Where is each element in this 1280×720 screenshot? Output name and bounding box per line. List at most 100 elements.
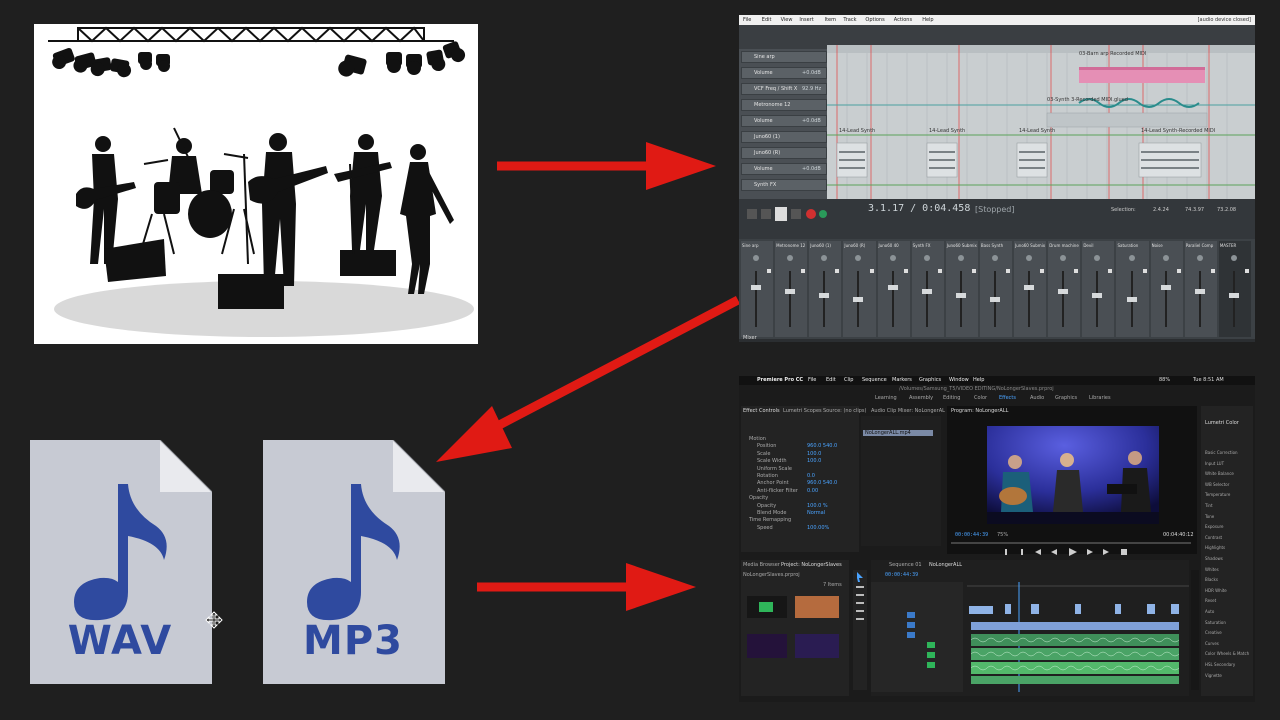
audio-clip-mixer-tab[interactable]: Audio Clip Mixer: NoLongerAL [871,408,945,414]
effect-value[interactable]: 100.0 [807,458,821,464]
lumetri-section[interactable]: WB Selector [1205,482,1229,487]
track-header[interactable]: Synth FX [741,179,827,191]
premiere-menu-item-3[interactable]: Clip [844,377,853,383]
mixer-strip[interactable]: MASTER [1218,241,1251,337]
pan-knob[interactable] [1094,255,1101,261]
lumetri-section[interactable]: Tone [1205,514,1214,519]
lumetri-section[interactable]: Creative [1205,630,1222,635]
effect-value[interactable]: 100.0 [807,451,821,457]
program-tab[interactable]: Program: NoLongerALL [951,408,1008,414]
workspace-tab-0[interactable]: Learning [875,395,897,401]
fader-cap[interactable] [955,293,966,298]
daw-menu-item-2[interactable]: View [781,17,793,23]
pan-knob[interactable] [991,255,998,261]
track-header[interactable]: Metronome 12 [741,99,827,111]
workspace-tab-4[interactable]: Effects [999,395,1016,401]
sequence-tab[interactable]: Sequence 01 [889,562,922,568]
lumetri-section[interactable]: HDR White [1205,588,1227,593]
mixer-strip[interactable]: Drum machine [1048,241,1081,337]
premiere-menu-item-8[interactable]: Help [973,377,984,383]
pan-knob[interactable] [1162,255,1169,261]
mute-button[interactable] [1108,269,1113,273]
daw-menu-item-4[interactable]: Item [825,17,836,23]
mixer-strip[interactable]: Devil [1082,241,1115,337]
pan-knob[interactable] [787,255,794,261]
program-scrubber[interactable] [951,542,1191,544]
mute-button[interactable] [767,269,772,273]
pan-knob[interactable] [1196,255,1203,261]
mute-button[interactable] [1176,269,1181,273]
mixer-strip[interactable]: Paraliel Comp [1184,241,1217,337]
track-header[interactable]: Volume +0.0dB [741,67,827,79]
lumetri-section[interactable]: Blacks [1205,577,1218,582]
project-tab[interactable]: Project: NoLongerSlaves [781,562,842,568]
pan-knob[interactable] [821,255,828,261]
mixer-strip[interactable]: Noise [1150,241,1183,337]
program-transport-controls[interactable] [1001,548,1141,556]
fader-cap[interactable] [1058,289,1069,294]
lumetri-section[interactable]: Whites [1205,567,1219,572]
mixer-tab[interactable]: Mixer [743,335,757,341]
lumetri-section[interactable]: HSL Secondary [1205,662,1235,667]
pan-knob[interactable] [1128,255,1135,261]
lumetri-section[interactable]: Input LUT [1205,461,1224,466]
transport-buttons[interactable] [747,207,827,221]
lumetri-section[interactable]: Curves [1205,641,1219,646]
fader-cap[interactable] [751,285,762,290]
mixer-strip[interactable]: Juno60 Submix [945,241,978,337]
nolonger-tab[interactable]: NoLongerALL [929,562,962,568]
mute-button[interactable] [937,269,942,273]
mute-button[interactable] [1142,269,1147,273]
lumetri-section[interactable]: Exposure [1205,524,1224,529]
daw-menu-item-1[interactable]: Edit [762,17,772,23]
pan-knob[interactable] [855,255,862,261]
source-tab[interactable]: Source: (no clips) [823,408,866,414]
fader-cap[interactable] [853,297,864,302]
premiere-menu-item-0[interactable]: Premiere Pro CC [757,377,803,383]
fit-dropdown[interactable]: 75% [997,532,1008,538]
mixer-strip[interactable]: Sine arp [741,241,774,337]
tool-icons[interactable] [853,570,867,630]
mixer-strip[interactable]: Bass Synth [979,241,1013,337]
fader-cap[interactable] [1092,293,1103,298]
fader-cap[interactable] [1194,289,1205,294]
project-thumb-2[interactable] [795,596,839,618]
daw-menu-item-8[interactable]: Help [922,17,933,23]
lumetri-section[interactable]: Reset [1205,598,1216,603]
mute-button[interactable] [801,269,806,273]
mixer-strip[interactable]: Saturation [1116,241,1149,337]
effect-value[interactable]: 0.0 [807,473,815,479]
track-header[interactable]: Juno60 (1) [741,131,827,143]
mute-button[interactable] [1006,269,1011,273]
premiere-menu-item-6[interactable]: Graphics [919,377,941,383]
fader-cap[interactable] [1024,285,1035,290]
workspace-tab-5[interactable]: Audio [1030,395,1044,401]
mixer-strip[interactable]: Metronome 12 [775,241,808,337]
workspace-tab-3[interactable]: Color [974,395,987,401]
daw-menu-item-5[interactable]: Track [843,17,856,23]
fader-cap[interactable] [785,289,796,294]
mute-button[interactable] [971,269,976,273]
lumetri-section[interactable]: Auto [1205,609,1214,614]
track-header[interactable]: Sine arp [741,51,827,63]
daw-menu-item-3[interactable]: Insert [799,17,813,23]
effect-value[interactable]: 0.00 [807,488,818,494]
lumetri-section[interactable]: Highlights [1205,545,1225,550]
media-browser-tab[interactable]: Media Browser [743,562,780,568]
pan-knob[interactable] [1026,255,1033,261]
workspace-tab-1[interactable]: Assembly [909,395,933,401]
project-thumb-4[interactable] [795,634,839,658]
workspace-tab-2[interactable]: Editing [943,395,960,401]
workspace-tab-6[interactable]: Graphics [1055,395,1077,401]
pan-knob[interactable] [753,255,760,261]
daw-menu-item-7[interactable]: Actions [894,17,912,23]
workspace-tab-7[interactable]: Libraries [1089,395,1111,401]
daw-menu-item-6[interactable]: Options [865,17,884,23]
fader-cap[interactable] [1228,293,1239,298]
mixer-strip[interactable]: Juno60 40 [877,241,910,337]
lumetri-section[interactable]: Temperature [1205,492,1230,497]
mute-button[interactable] [903,269,908,273]
mute-button[interactable] [1040,269,1045,273]
lumetri-section[interactable]: Contrast [1205,535,1222,540]
premiere-menu-item-2[interactable]: Edit [826,377,836,383]
